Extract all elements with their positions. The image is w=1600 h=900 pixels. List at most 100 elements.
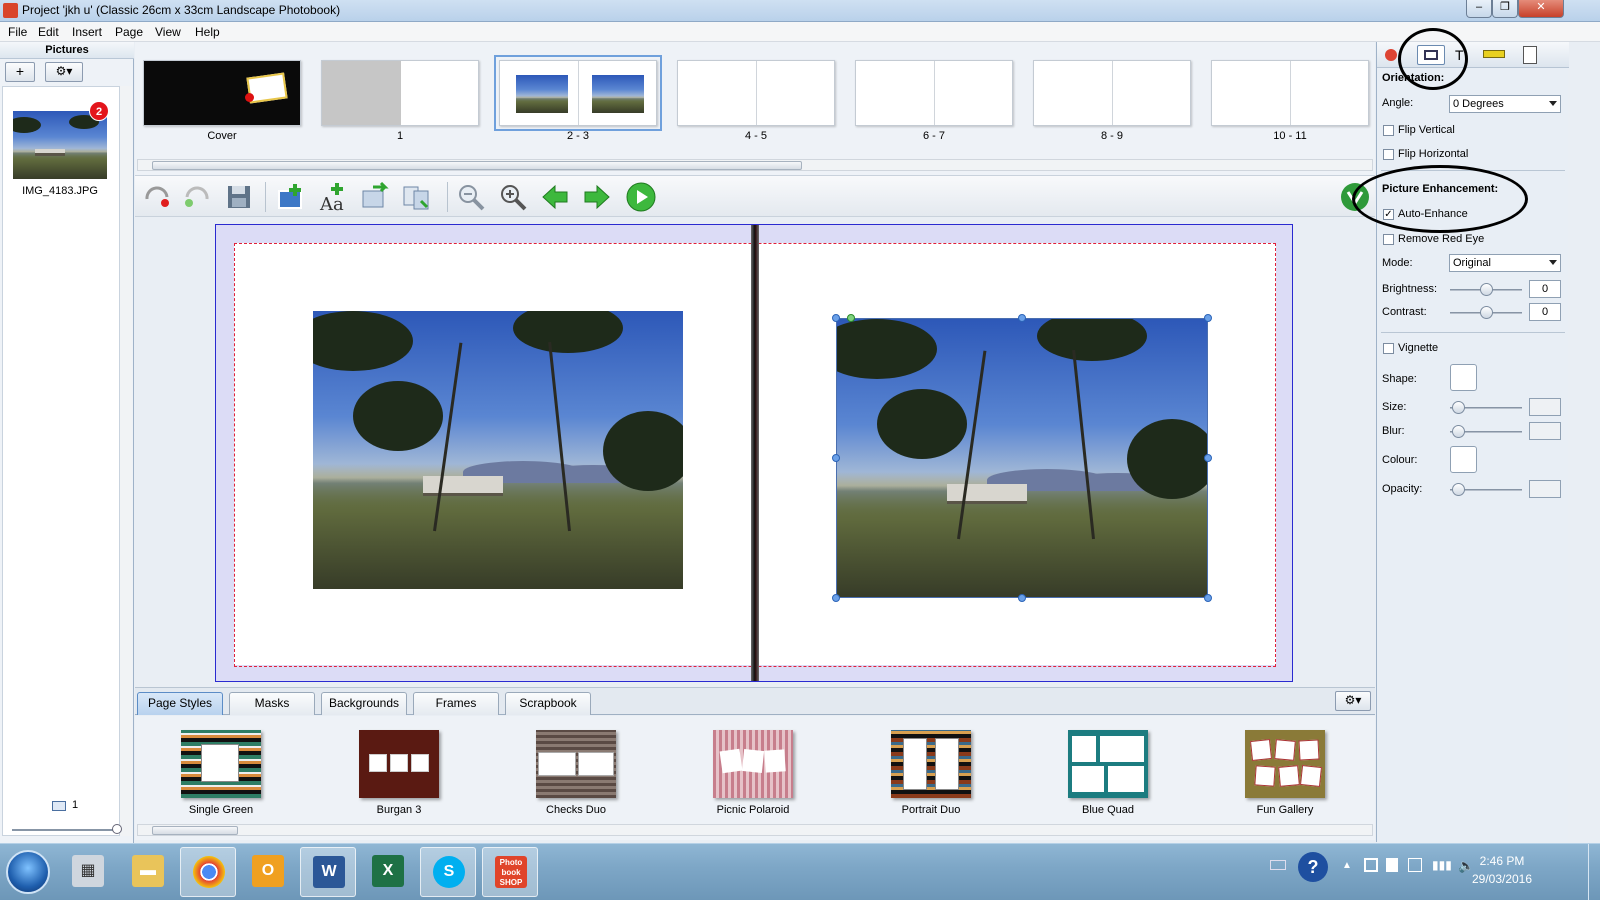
save-icon[interactable] <box>223 181 255 213</box>
start-button[interactable] <box>6 850 50 894</box>
tab-scrapbook[interactable]: Scrapbook <box>505 692 591 715</box>
flip-vertical-checkbox[interactable] <box>1383 125 1394 136</box>
menu-view[interactable]: View <box>155 25 181 39</box>
taskbar-photobook-shop[interactable]: Photo book SHOP <box>482 847 538 897</box>
size-slider[interactable] <box>1450 401 1522 414</box>
brightness-input[interactable]: 0 <box>1529 280 1561 298</box>
add-picture-icon[interactable] <box>275 181 307 213</box>
pictures-settings-button[interactable]: ⚙▾ <box>45 62 83 82</box>
taskbar-file-explorer[interactable]: ▬ <box>120 847 176 897</box>
size-input[interactable] <box>1529 398 1561 416</box>
menu-edit[interactable]: Edit <box>38 25 59 39</box>
resize-handle[interactable] <box>1204 454 1212 462</box>
style-blue-quad[interactable] <box>1068 730 1148 798</box>
redo-icon[interactable] <box>181 181 213 213</box>
taskbar-skype[interactable]: S <box>420 847 476 897</box>
right-page-photo[interactable] <box>836 318 1208 598</box>
taskbar-clock[interactable]: 2:46 PM 29/03/2016 <box>1462 854 1542 886</box>
spread-8-9[interactable] <box>1033 60 1191 126</box>
resize-handle[interactable] <box>1018 314 1026 322</box>
taskbar-outlook[interactable]: O <box>240 847 296 897</box>
taskbar-chrome[interactable] <box>180 847 236 897</box>
thumbnail-size-knob[interactable] <box>112 824 122 834</box>
keyboard-icon[interactable] <box>1270 860 1286 870</box>
shape-selector[interactable] <box>1450 364 1477 391</box>
size-knob[interactable] <box>1452 401 1465 414</box>
style-portrait-duo[interactable] <box>891 730 971 798</box>
restore-button[interactable]: ❐ <box>1492 0 1518 18</box>
tab-frames[interactable]: Frames <box>413 692 499 715</box>
opacity-knob[interactable] <box>1452 483 1465 496</box>
colour-selector[interactable] <box>1450 446 1477 473</box>
minimize-button[interactable]: – <box>1466 0 1492 18</box>
taskbar-word[interactable]: W <box>300 847 356 897</box>
play-icon[interactable] <box>625 181 657 213</box>
windows-icon[interactable] <box>1364 858 1378 872</box>
blur-knob[interactable] <box>1452 425 1465 438</box>
flip-horizontal-checkbox[interactable] <box>1383 149 1394 160</box>
ruler-tab-icon[interactable] <box>1483 50 1505 58</box>
tab-masks[interactable]: Masks <box>229 692 315 715</box>
menu-file[interactable]: File <box>8 25 27 39</box>
resize-handle[interactable] <box>1204 314 1212 322</box>
brightness-slider[interactable] <box>1450 283 1522 296</box>
left-page-photo[interactable] <box>313 311 683 589</box>
spread-1[interactable] <box>321 60 479 126</box>
taskbar-excel[interactable]: X <box>360 847 416 897</box>
style-fun-gallery[interactable] <box>1245 730 1325 798</box>
mode-dropdown[interactable]: Original <box>1449 254 1561 272</box>
style-picnic-polaroid[interactable] <box>713 730 793 798</box>
action-center-icon[interactable] <box>1386 858 1398 872</box>
close-button[interactable]: ✕ <box>1518 0 1564 18</box>
blur-slider[interactable] <box>1450 425 1522 438</box>
angle-dropdown[interactable]: 0 Degrees <box>1449 95 1561 113</box>
zoom-out-icon[interactable] <box>455 181 487 213</box>
opacity-input[interactable] <box>1529 480 1561 498</box>
spread-cover[interactable] <box>143 60 301 126</box>
spread-2-3[interactable] <box>494 55 662 131</box>
resize-handle[interactable] <box>832 594 840 602</box>
page-strip-scrollbar[interactable] <box>137 159 1373 171</box>
add-text-icon[interactable]: Aa <box>317 181 349 213</box>
pictures-scrollbar[interactable] <box>120 86 132 836</box>
device-icon[interactable] <box>1408 858 1422 872</box>
resize-handle[interactable] <box>832 454 840 462</box>
prev-page-icon[interactable] <box>539 181 571 213</box>
style-burgan-3[interactable] <box>359 730 439 798</box>
gallery-scrollbar[interactable] <box>137 824 1373 836</box>
page-strip-scroll-thumb[interactable] <box>152 161 802 170</box>
opacity-slider[interactable] <box>1450 483 1522 496</box>
gallery-scroll-thumb[interactable] <box>152 826 238 835</box>
show-hidden-icons[interactable]: ▲ <box>1342 860 1352 871</box>
resize-handle[interactable] <box>1018 594 1026 602</box>
gallery-settings-button[interactable]: ⚙▾ <box>1335 691 1371 711</box>
contrast-knob[interactable] <box>1480 306 1493 319</box>
add-picture-button[interactable]: + <box>5 62 35 82</box>
next-page-icon[interactable] <box>581 181 613 213</box>
brightness-knob[interactable] <box>1480 283 1493 296</box>
replace-icon[interactable] <box>359 181 391 213</box>
picture-thumbnail[interactable] <box>13 111 107 179</box>
remove-red-eye-checkbox[interactable] <box>1383 234 1394 245</box>
shuffle-icon[interactable] <box>401 181 433 213</box>
tab-page-styles[interactable]: Page Styles <box>137 692 223 715</box>
menu-help[interactable]: Help <box>195 25 220 39</box>
network-icon[interactable]: ▮▮▮ <box>1432 858 1452 872</box>
contrast-input[interactable]: 0 <box>1529 303 1561 321</box>
spread-4-5[interactable] <box>677 60 835 126</box>
tab-backgrounds[interactable]: Backgrounds <box>321 692 407 715</box>
undo-icon[interactable] <box>141 181 173 213</box>
resize-handle[interactable] <box>832 314 840 322</box>
zoom-in-icon[interactable] <box>497 181 529 213</box>
blur-input[interactable] <box>1529 422 1561 440</box>
menu-page[interactable]: Page <box>115 25 143 39</box>
spread-6-7[interactable] <box>855 60 1013 126</box>
page-tab-icon[interactable] <box>1523 46 1537 64</box>
style-single-green[interactable] <box>181 730 261 798</box>
style-checks-duo[interactable] <box>536 730 616 798</box>
colour-tab-icon[interactable] <box>1385 49 1397 61</box>
thumbnail-size-slider[interactable] <box>12 824 122 834</box>
rotate-handle[interactable] <box>847 314 855 322</box>
contrast-slider[interactable] <box>1450 306 1522 319</box>
show-desktop-button[interactable] <box>1588 844 1600 900</box>
